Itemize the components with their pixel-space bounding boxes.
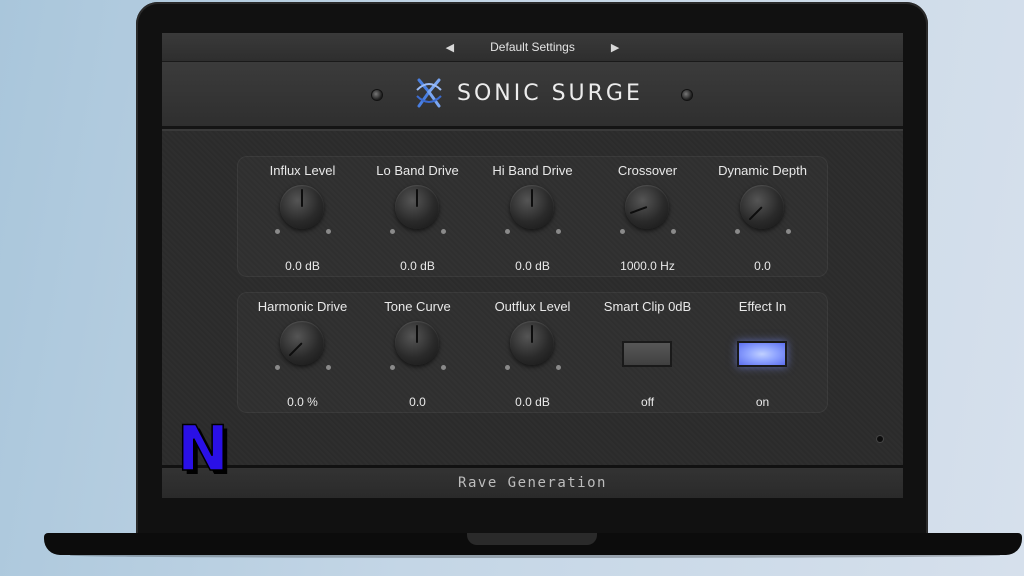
harmonic-drive-control: Harmonic Drive 0.0 % [245,292,360,413]
max-dot [671,229,676,234]
lo-band-drive-control: Lo Band Drive 0.0 dB [360,156,475,277]
controls-panel-row-2: Harmonic Drive 0.0 % Tone Curve 0.0 Outf… [237,292,828,413]
plugin-window: ◀ Default Settings ▶ SONIC SURGE Influx … [162,33,903,498]
min-dot [390,229,395,234]
controls-panel-row-1: Influx Level 0.0 dB Lo Band Drive 0.0 dB… [237,156,828,277]
control-label: Crossover [617,163,678,178]
preset-name[interactable]: Default Settings [490,40,575,54]
knob-pointer [531,189,533,207]
n-badge-logo: N N [176,418,233,478]
preset-bar: ◀ Default Settings ▶ [162,33,903,62]
influx-level-knob[interactable] [280,185,324,229]
knob-pointer [416,325,418,343]
max-dot [786,229,791,234]
max-dot [556,365,561,370]
laptop-notch [467,533,597,545]
max-dot [326,229,331,234]
control-value: 0.0 dB [400,259,435,273]
hi-band-drive-control: Hi Band Drive 0.0 dB [475,156,590,277]
knob-pointer [416,189,418,207]
control-value: 0.0 [754,259,771,273]
smart-clip-toggle[interactable] [622,341,672,367]
control-label: Smart Clip 0dB [603,299,692,314]
plugin-footer: Rave Generation [162,468,903,498]
control-label: Tone Curve [384,299,451,314]
control-value: 0.0 % [287,395,318,409]
control-label: Hi Band Drive [492,163,573,178]
crossover-control: Crossover 1000.0 Hz [590,156,705,277]
min-dot [390,365,395,370]
control-value: off [640,395,655,409]
footer-brand-text: Rave Generation [458,475,607,491]
control-label: Dynamic Depth [718,163,807,178]
control-label: Harmonic Drive [257,299,348,314]
knob-pointer [531,325,533,343]
hi-band-drive-knob[interactable] [510,185,554,229]
next-preset-button[interactable]: ▶ [611,41,619,54]
brand-logo: SONIC SURGE [413,76,643,110]
control-value: 0.0 [409,395,426,409]
min-dot [505,229,510,234]
control-value: 0.0 dB [515,395,550,409]
control-value: on [755,395,770,409]
max-dot [326,365,331,370]
harmonic-drive-knob[interactable] [280,321,324,365]
lo-band-drive-knob[interactable] [395,185,439,229]
control-label: Outflux Level [494,299,571,314]
plugin-header: SONIC SURGE [162,62,903,129]
outflux-level-control: Outflux Level 0.0 dB [475,292,590,413]
crossover-knob[interactable] [625,185,669,229]
dynamic-depth-knob[interactable] [740,185,784,229]
min-dot [735,229,740,234]
control-value: 0.0 dB [285,259,320,273]
knob-pointer [301,189,303,207]
knob-pointer [629,206,648,215]
max-dot [556,229,561,234]
effect-in-toggle[interactable] [737,341,787,367]
min-dot [275,365,280,370]
effect-in-control: Effect In on [705,292,820,413]
min-dot [620,229,625,234]
control-label: Influx Level [269,163,336,178]
status-led-icon [877,436,883,442]
knob-pointer [288,342,303,357]
n-badge-letter: N [177,418,229,478]
dynamic-depth-control: Dynamic Depth 0.0 [705,156,820,277]
control-label: Effect In [738,299,787,314]
min-dot [505,365,510,370]
influx-level-control: Influx Level 0.0 dB [245,156,360,277]
tone-curve-control: Tone Curve 0.0 [360,292,475,413]
outflux-level-knob[interactable] [510,321,554,365]
max-dot [441,229,446,234]
screw-icon [682,90,692,100]
max-dot [441,365,446,370]
smart-clip-control: Smart Clip 0dB off [590,292,705,413]
knob-pointer [748,206,763,221]
sonic-surge-logo-icon [416,78,442,108]
brand-name: SONIC SURGE [457,80,643,106]
tone-curve-knob[interactable] [395,321,439,365]
min-dot [275,229,280,234]
screw-icon [372,90,382,100]
control-value: 1000.0 Hz [620,259,675,273]
control-value: 0.0 dB [515,259,550,273]
control-label: Lo Band Drive [376,163,459,178]
previous-preset-button[interactable]: ◀ [446,41,454,54]
